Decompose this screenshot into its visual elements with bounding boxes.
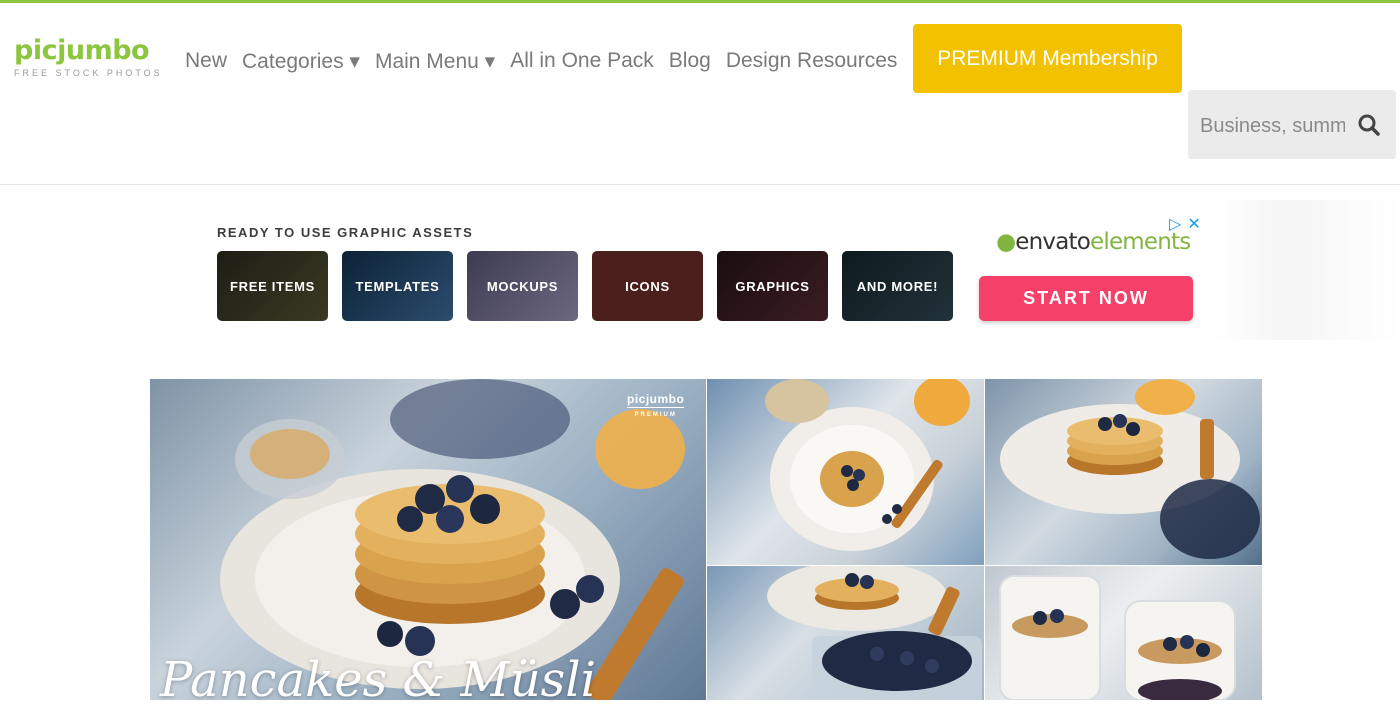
nav-item-all-in-one-pack[interactable]: All in One Pack [510, 49, 654, 73]
picjumbo-premium-badge: picjumbo PREMIUM [627, 392, 685, 421]
logo-wordmark: picjumbo [14, 35, 150, 66]
site-logo[interactable]: picjumbo FREE STOCK PHOTOS [14, 35, 163, 79]
ad-tile-free-items[interactable]: FREE ITEMS [217, 251, 328, 321]
start-now-button[interactable]: START NOW [979, 276, 1193, 321]
ad-fade-decoration [1212, 200, 1400, 340]
nav-item-design-resources[interactable]: Design Resources [726, 49, 898, 73]
gallery-photo-2[interactable] [707, 379, 984, 565]
ad-tile-mockups[interactable]: MOCKUPS [467, 251, 578, 321]
search-icon[interactable] [1356, 112, 1382, 138]
search-box [1188, 90, 1396, 159]
nav-item-new[interactable]: New [185, 49, 227, 73]
ad-tile-and-more[interactable]: AND MORE! [842, 251, 953, 321]
nav-item-main-menu[interactable]: Main Menu ▾ [375, 49, 495, 74]
envato-brand-prefix: envato [1015, 229, 1091, 255]
gallery-photo-5[interactable] [985, 566, 1262, 700]
badge-sub: PREMIUM [627, 407, 685, 421]
gallery-photo-3[interactable] [985, 379, 1262, 565]
ad-heading: READY TO USE GRAPHIC ASSETS [217, 225, 474, 240]
ad-tile-graphics[interactable]: GRAPHICS [717, 251, 828, 321]
pancake-plate-illustration [765, 379, 970, 551]
nav-item-blog[interactable]: Blog [669, 49, 711, 73]
logo-tagline: FREE STOCK PHOTOS [14, 68, 163, 78]
envato-ad-banner[interactable]: READY TO USE GRAPHIC ASSETS FREE ITEMS T… [212, 200, 1212, 340]
ad-tile-icons[interactable]: ICONS [592, 251, 703, 321]
premium-membership-button[interactable]: PREMIUM Membership [913, 24, 1182, 93]
blueberry-bowl-illustration [767, 566, 982, 700]
yogurt-cups-illustration [999, 575, 1236, 700]
ad-tile-templates[interactable]: TEMPLATES [342, 251, 453, 321]
pancake-stack-illustration [1000, 379, 1260, 559]
envato-elements-logo: ●envatoelements [996, 229, 1191, 255]
search-input[interactable] [1198, 110, 1347, 142]
envato-brand-suffix: elements [1090, 229, 1191, 255]
gallery-photo-4[interactable] [707, 566, 984, 700]
main-nav: New Categories ▾ Main Menu ▾ All in One … [185, 47, 912, 75]
nav-item-categories[interactable]: Categories ▾ [242, 49, 360, 74]
leaf-icon: ● [996, 229, 1016, 255]
badge-brand: picjumbo [627, 392, 685, 406]
